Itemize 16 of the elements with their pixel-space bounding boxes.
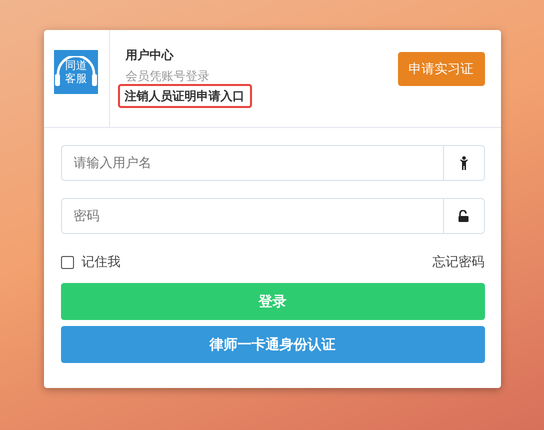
username-field[interactable]: 请输入用户名 bbox=[60, 145, 442, 181]
remember-label: 记住我 bbox=[82, 254, 120, 271]
headphones-icon bbox=[55, 56, 97, 86]
remember-checkbox[interactable] bbox=[60, 256, 74, 268]
logo-text: 同道 bbox=[65, 59, 87, 72]
lawyer-card-auth-button[interactable]: 律师一卡通身份认证 bbox=[60, 326, 484, 363]
login-button[interactable]: 登录 bbox=[60, 283, 484, 320]
header-title: 用户中心 bbox=[126, 47, 174, 64]
unlock-icon bbox=[458, 210, 469, 222]
forgot-password-link[interactable]: 忘记密码 bbox=[432, 253, 484, 271]
apply-internship-button[interactable]: 申请实习证 bbox=[398, 52, 484, 86]
cancel-certificate-link[interactable]: 注销人员证明申请入口 bbox=[118, 84, 252, 108]
person-icon bbox=[460, 156, 468, 170]
password-field[interactable]: 密码 bbox=[60, 198, 442, 234]
header-subtitle: 会员凭账号登录 bbox=[126, 68, 210, 84]
logo-text: 客服 bbox=[65, 72, 87, 85]
